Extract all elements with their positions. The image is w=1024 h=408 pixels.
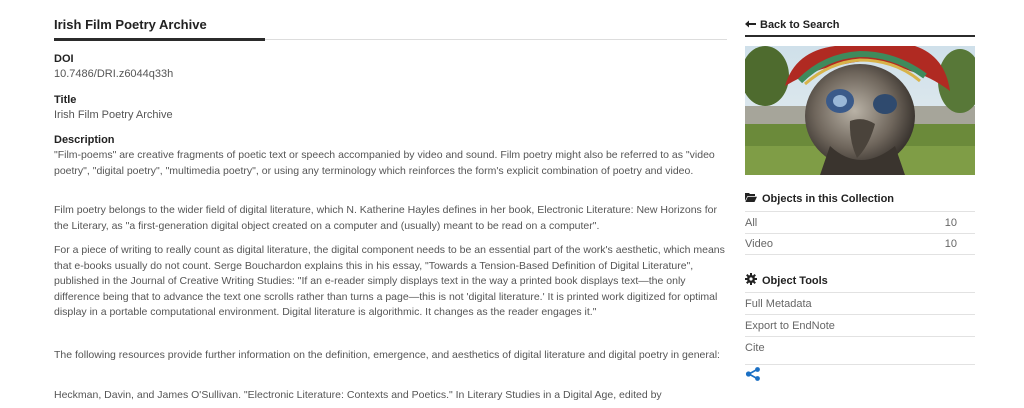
object-tools-heading-label: Object Tools (762, 274, 828, 287)
share-icon[interactable] (745, 367, 761, 386)
cite-link[interactable]: Cite (745, 336, 975, 358)
objects-row-video[interactable]: Video 10 (745, 233, 975, 255)
description-paragraph: For a piece of writing to really count a… (54, 244, 725, 318)
doi-label: DOI (54, 53, 74, 65)
objects-row-count: 10 (944, 238, 957, 250)
objects-row-count: 10 (944, 216, 957, 229)
folder-open-icon (745, 192, 757, 205)
objects-row-all[interactable]: All 10 (745, 211, 975, 233)
page-title: Irish Film Poetry Archive (54, 17, 207, 32)
description-label: Description (54, 134, 115, 146)
share-row (745, 364, 975, 388)
back-to-search-link[interactable]: Back to Search (745, 19, 839, 31)
export-endnote-link[interactable]: Export to EndNote (745, 314, 975, 336)
objects-heading: Objects in this Collection (745, 192, 894, 205)
collection-thumbnail[interactable] (745, 46, 975, 175)
title-value: Irish Film Poetry Archive (54, 109, 173, 121)
objects-heading-label: Objects in this Collection (762, 192, 895, 205)
description-paragraph: Heckman, Davin, and James O'Sullivan. "E… (54, 389, 662, 401)
objects-row-label: Video (745, 238, 773, 250)
title-underline (54, 38, 265, 41)
objects-row-label: All (745, 216, 758, 229)
full-metadata-link[interactable]: Full Metadata (745, 292, 975, 314)
description-paragraph: The following resources provide further … (54, 349, 720, 361)
description-paragraph: "Film-poems" are creative fragments of p… (54, 149, 715, 177)
description-paragraph: Film poetry belongs to the wider field o… (54, 204, 717, 232)
cog-icon (745, 273, 757, 288)
back-divider (745, 35, 975, 37)
doi-value: 10.7486/DRI.z6044q33h (54, 68, 174, 80)
arrow-left-icon (745, 19, 756, 31)
title-label: Title (54, 94, 77, 106)
object-tools-heading: Object Tools (745, 273, 828, 288)
back-to-search-label: Back to Search (760, 19, 840, 31)
